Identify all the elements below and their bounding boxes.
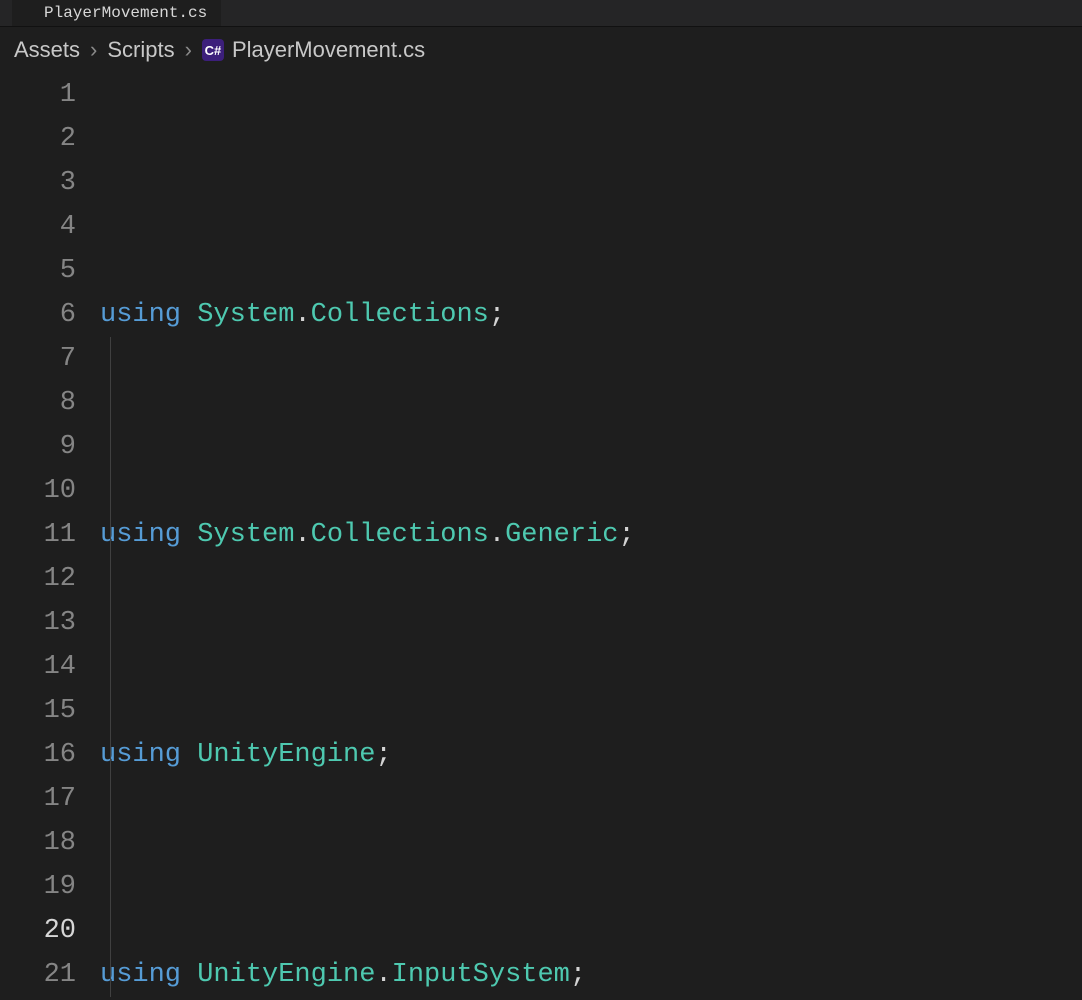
line-number[interactable]: 4	[0, 205, 76, 249]
line-number-gutter: 1 2 3 4 5 6 7 8 9 10 11 12 13 14 15 16 1…	[0, 73, 100, 1000]
line-number[interactable]: 17	[0, 777, 76, 821]
line-number[interactable]: 10	[0, 469, 76, 513]
breadcrumb-segment[interactable]: Assets	[14, 37, 80, 63]
code-line[interactable]: using UnityEngine;	[100, 733, 1082, 777]
code-content[interactable]: using System.Collections; using System.C…	[100, 73, 1082, 1000]
line-number[interactable]: 20	[0, 909, 76, 953]
tab-modified-icon	[26, 8, 36, 18]
indent-guide	[110, 337, 111, 997]
tab-bar: PlayerMovement.cs	[0, 0, 1082, 27]
breadcrumb-file[interactable]: C# PlayerMovement.cs	[202, 37, 425, 63]
chevron-right-icon: ›	[185, 37, 192, 63]
line-number[interactable]: 6	[0, 293, 76, 337]
line-number[interactable]: 9	[0, 425, 76, 469]
line-number[interactable]: 16	[0, 733, 76, 777]
line-number[interactable]: 7	[0, 337, 76, 381]
line-number[interactable]: 11	[0, 513, 76, 557]
code-line[interactable]: using UnityEngine.InputSystem;	[100, 953, 1082, 997]
breadcrumb[interactable]: Assets › Scripts › C# PlayerMovement.cs	[0, 27, 1082, 73]
tab-label: PlayerMovement.cs	[44, 4, 207, 22]
line-number[interactable]: 12	[0, 557, 76, 601]
editor-tab[interactable]: PlayerMovement.cs	[12, 0, 221, 26]
csharp-icon: C#	[202, 39, 224, 61]
breadcrumb-file-label: PlayerMovement.cs	[232, 37, 425, 63]
line-number[interactable]: 21	[0, 953, 76, 997]
line-number[interactable]: 8	[0, 381, 76, 425]
chevron-right-icon: ›	[90, 37, 97, 63]
line-number[interactable]: 5	[0, 249, 76, 293]
line-number[interactable]: 15	[0, 689, 76, 733]
code-line[interactable]: using System.Collections.Generic;	[100, 513, 1082, 557]
line-number[interactable]: 2	[0, 117, 76, 161]
line-number[interactable]: 14	[0, 645, 76, 689]
breadcrumb-segment[interactable]: Scripts	[107, 37, 174, 63]
line-number[interactable]: 18	[0, 821, 76, 865]
line-number[interactable]: 13	[0, 601, 76, 645]
line-number[interactable]: 1	[0, 73, 76, 117]
code-line[interactable]: using System.Collections;	[100, 293, 1082, 337]
line-number[interactable]: 19	[0, 865, 76, 909]
code-editor[interactable]: 1 2 3 4 5 6 7 8 9 10 11 12 13 14 15 16 1…	[0, 73, 1082, 1000]
line-number[interactable]: 3	[0, 161, 76, 205]
